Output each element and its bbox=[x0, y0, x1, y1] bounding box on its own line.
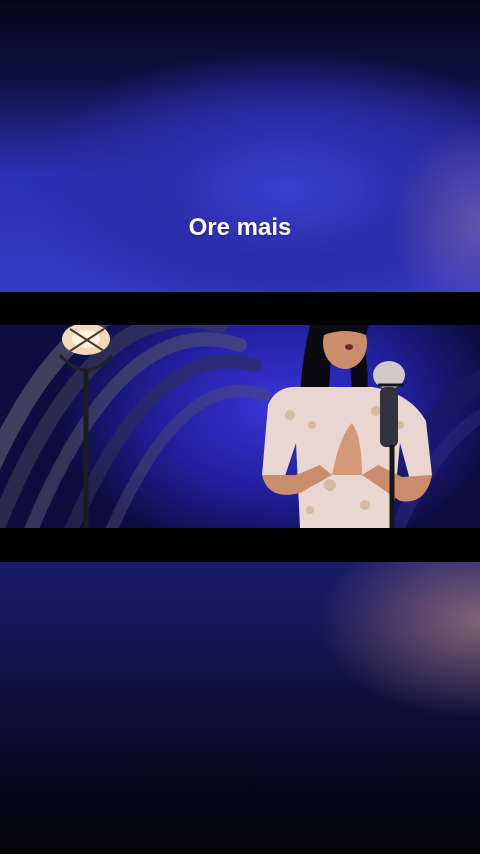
blurred-background-top bbox=[0, 0, 480, 292]
letterbox-bar-bottom bbox=[0, 528, 480, 562]
video-frame[interactable] bbox=[0, 325, 480, 528]
video-scene bbox=[0, 325, 480, 528]
blurred-background-bottom bbox=[0, 562, 480, 854]
singer-figure bbox=[262, 325, 432, 528]
letterbox-bar-top bbox=[0, 292, 480, 325]
video-caption: Ore mais bbox=[188, 214, 292, 241]
